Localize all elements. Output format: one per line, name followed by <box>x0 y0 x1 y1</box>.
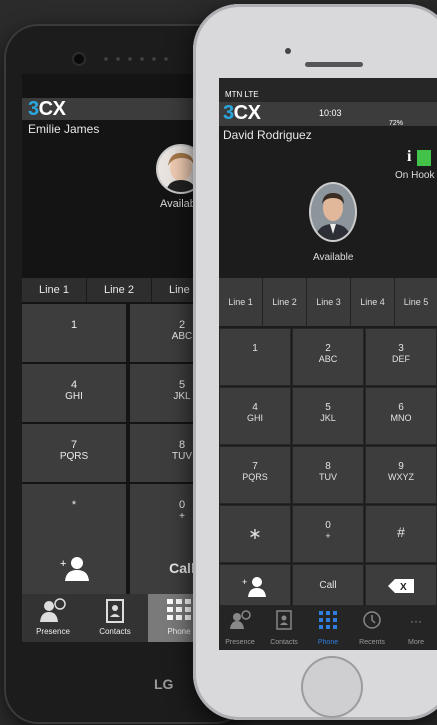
dialpad-icon <box>319 611 337 629</box>
info-button[interactable]: i <box>407 148 411 166</box>
presence-status: Available <box>313 252 354 263</box>
user-name: Emilie James <box>28 122 100 136</box>
line-tab-3[interactable]: Line 3 <box>307 278 351 326</box>
dial-key-6[interactable]: 6 MNO <box>365 387 437 445</box>
tab-contacts[interactable]: Contacts <box>84 594 146 642</box>
dial-key-7[interactable]: 7 PQRS <box>22 424 126 482</box>
app-header: 3CX 10:03 72% <box>219 102 437 127</box>
dial-key-3[interactable]: 3 DEF <box>365 328 437 386</box>
dial-key-4[interactable]: 4 GHI <box>22 364 126 422</box>
earpiece <box>305 62 363 67</box>
dial-key-8[interactable]: 8 TUV <box>292 446 364 504</box>
line-tab-1[interactable]: Line 1 <box>219 278 263 326</box>
dialpad-icon <box>167 599 191 620</box>
tab-contacts[interactable]: Contacts <box>263 606 305 650</box>
front-camera <box>74 54 84 64</box>
line-tab-5[interactable]: Line 5 <box>395 278 437 326</box>
more-icon: ··· <box>410 614 422 628</box>
clock: 10:03 <box>319 108 342 118</box>
tab-more[interactable]: ··· More <box>395 606 437 650</box>
svg-text:+: + <box>242 577 247 587</box>
battery-level: 72% <box>389 120 404 127</box>
clock-icon <box>363 611 381 629</box>
line-tab-2[interactable]: Line 2 <box>87 278 152 302</box>
dial-key-4[interactable]: 4 GHI <box>219 387 291 445</box>
status-indicator <box>417 150 431 166</box>
avatar[interactable] <box>309 182 357 242</box>
contacts-icon <box>106 599 124 623</box>
dial-key-0[interactable]: 0 + <box>292 505 364 563</box>
user-name: David Rodriguez <box>223 128 312 142</box>
tab-phone[interactable]: Phone <box>307 606 349 650</box>
add-contact-button[interactable]: + <box>219 564 291 606</box>
line-tab-4[interactable]: Line 4 <box>351 278 395 326</box>
dial-key-2[interactable]: 2 ABC <box>292 328 364 386</box>
line-tab-1[interactable]: Line 1 <box>22 278 87 302</box>
add-person-icon: + <box>60 557 89 581</box>
iphone-screen: MTN LTE 3CX 10:03 72% David Rodriguez i … <box>219 78 437 650</box>
dial-key-1[interactable]: 1 <box>22 304 126 362</box>
dial-key-star[interactable]: ∗ <box>219 505 291 563</box>
carrier-label: MTN LTE <box>225 90 259 99</box>
presence-icon <box>40 598 66 622</box>
dial-key-1[interactable]: 1 <box>219 328 291 386</box>
hook-status: On Hook <box>395 170 435 181</box>
front-camera <box>285 48 291 54</box>
dial-key-hash[interactable]: # <box>365 505 437 563</box>
tab-recents[interactable]: Recents <box>351 606 393 650</box>
svg-text:X: X <box>400 582 407 593</box>
home-button[interactable] <box>301 656 363 718</box>
backspace-icon: X <box>388 579 414 593</box>
dial-key-9[interactable]: 9 WXYZ <box>365 446 437 504</box>
bottom-tab-bar: Presence Contacts Phone <box>219 606 437 650</box>
sensor-dots <box>100 56 170 62</box>
contacts-icon <box>276 610 292 630</box>
dial-key-star[interactable]: * <box>22 484 126 542</box>
dial-key-5[interactable]: 5 JKL <box>292 387 364 445</box>
add-contact-button[interactable]: + <box>22 542 126 594</box>
line-selector: Line 1 Line 2 Line 3 Line 4 Line 5 <box>219 278 437 326</box>
presence-icon <box>230 610 251 629</box>
brand-logo: LG <box>154 676 174 692</box>
tab-presence[interactable]: Presence <box>219 606 261 650</box>
add-person-icon: + <box>242 577 266 597</box>
call-button[interactable]: Call <box>292 564 364 606</box>
svg-text:+: + <box>60 558 66 570</box>
tab-presence[interactable]: Presence <box>22 594 84 642</box>
dial-key-7[interactable]: 7 PQRS <box>219 446 291 504</box>
line-tab-2[interactable]: Line 2 <box>263 278 307 326</box>
backspace-button[interactable]: X <box>365 564 437 606</box>
